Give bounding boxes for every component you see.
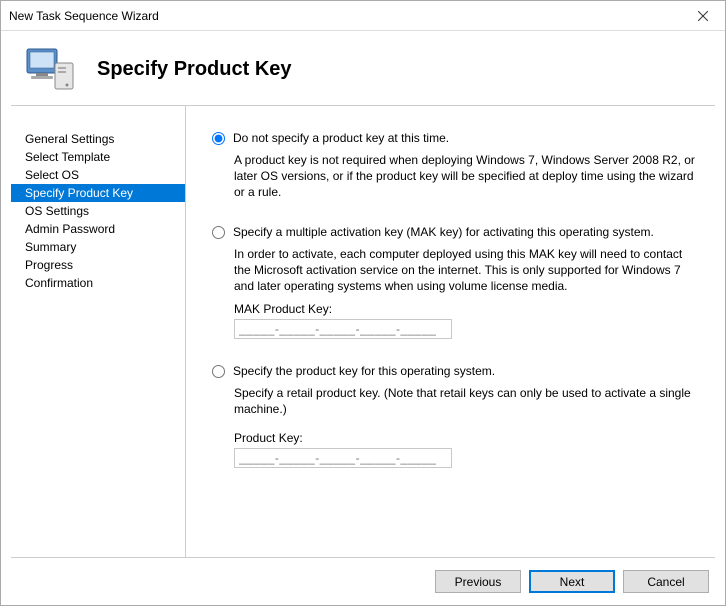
- option-mak-key: Specify a multiple activation key (MAK k…: [212, 224, 695, 339]
- radio-mak-label: Specify a multiple activation key (MAK k…: [233, 224, 654, 240]
- computer-icon: [21, 45, 77, 93]
- retail-key-input[interactable]: [234, 448, 452, 468]
- page-title: Specify Product Key: [97, 58, 292, 81]
- sidebar-item-progress[interactable]: Progress: [11, 256, 185, 274]
- no-key-desc: A product key is not required when deplo…: [234, 152, 695, 200]
- sidebar-item-admin-password[interactable]: Admin Password: [11, 220, 185, 238]
- titlebar: New Task Sequence Wizard: [1, 1, 725, 31]
- sidebar-item-os-settings[interactable]: OS Settings: [11, 202, 185, 220]
- sidebar-item-select-template[interactable]: Select Template: [11, 148, 185, 166]
- content-panel: Do not specify a product key at this tim…: [186, 106, 715, 557]
- close-icon: [698, 11, 708, 21]
- sidebar-item-select-os[interactable]: Select OS: [11, 166, 185, 184]
- footer: Previous Next Cancel: [11, 557, 715, 605]
- option-no-key: Do not specify a product key at this tim…: [212, 130, 695, 200]
- previous-button[interactable]: Previous: [435, 570, 521, 593]
- cancel-button[interactable]: Cancel: [623, 570, 709, 593]
- radio-mak[interactable]: [212, 226, 225, 239]
- radio-no-key-label: Do not specify a product key at this tim…: [233, 130, 449, 146]
- retail-field-label: Product Key:: [234, 431, 695, 445]
- sidebar: General Settings Select Template Select …: [11, 106, 186, 557]
- option-retail-key: Specify the product key for this operati…: [212, 363, 695, 468]
- next-button[interactable]: Next: [529, 570, 615, 593]
- mak-desc: In order to activate, each computer depl…: [234, 246, 695, 294]
- window-title: New Task Sequence Wizard: [9, 9, 159, 23]
- wizard-window: New Task Sequence Wizard Specify Product…: [0, 0, 726, 606]
- sidebar-item-general-settings[interactable]: General Settings: [11, 130, 185, 148]
- radio-retail-row[interactable]: Specify the product key for this operati…: [212, 363, 695, 379]
- body: General Settings Select Template Select …: [1, 106, 725, 557]
- retail-desc: Specify a retail product key. (Note that…: [234, 385, 695, 417]
- header: Specify Product Key: [1, 31, 725, 105]
- radio-retail[interactable]: [212, 365, 225, 378]
- close-button[interactable]: [680, 1, 725, 30]
- mak-key-input[interactable]: [234, 319, 452, 339]
- mak-field-label: MAK Product Key:: [234, 302, 695, 316]
- sidebar-item-summary[interactable]: Summary: [11, 238, 185, 256]
- radio-no-key[interactable]: [212, 132, 225, 145]
- sidebar-item-specify-product-key[interactable]: Specify Product Key: [11, 184, 185, 202]
- sidebar-item-confirmation[interactable]: Confirmation: [11, 274, 185, 292]
- radio-mak-row[interactable]: Specify a multiple activation key (MAK k…: [212, 224, 695, 240]
- radio-no-key-row[interactable]: Do not specify a product key at this tim…: [212, 130, 695, 146]
- radio-retail-label: Specify the product key for this operati…: [233, 363, 495, 379]
